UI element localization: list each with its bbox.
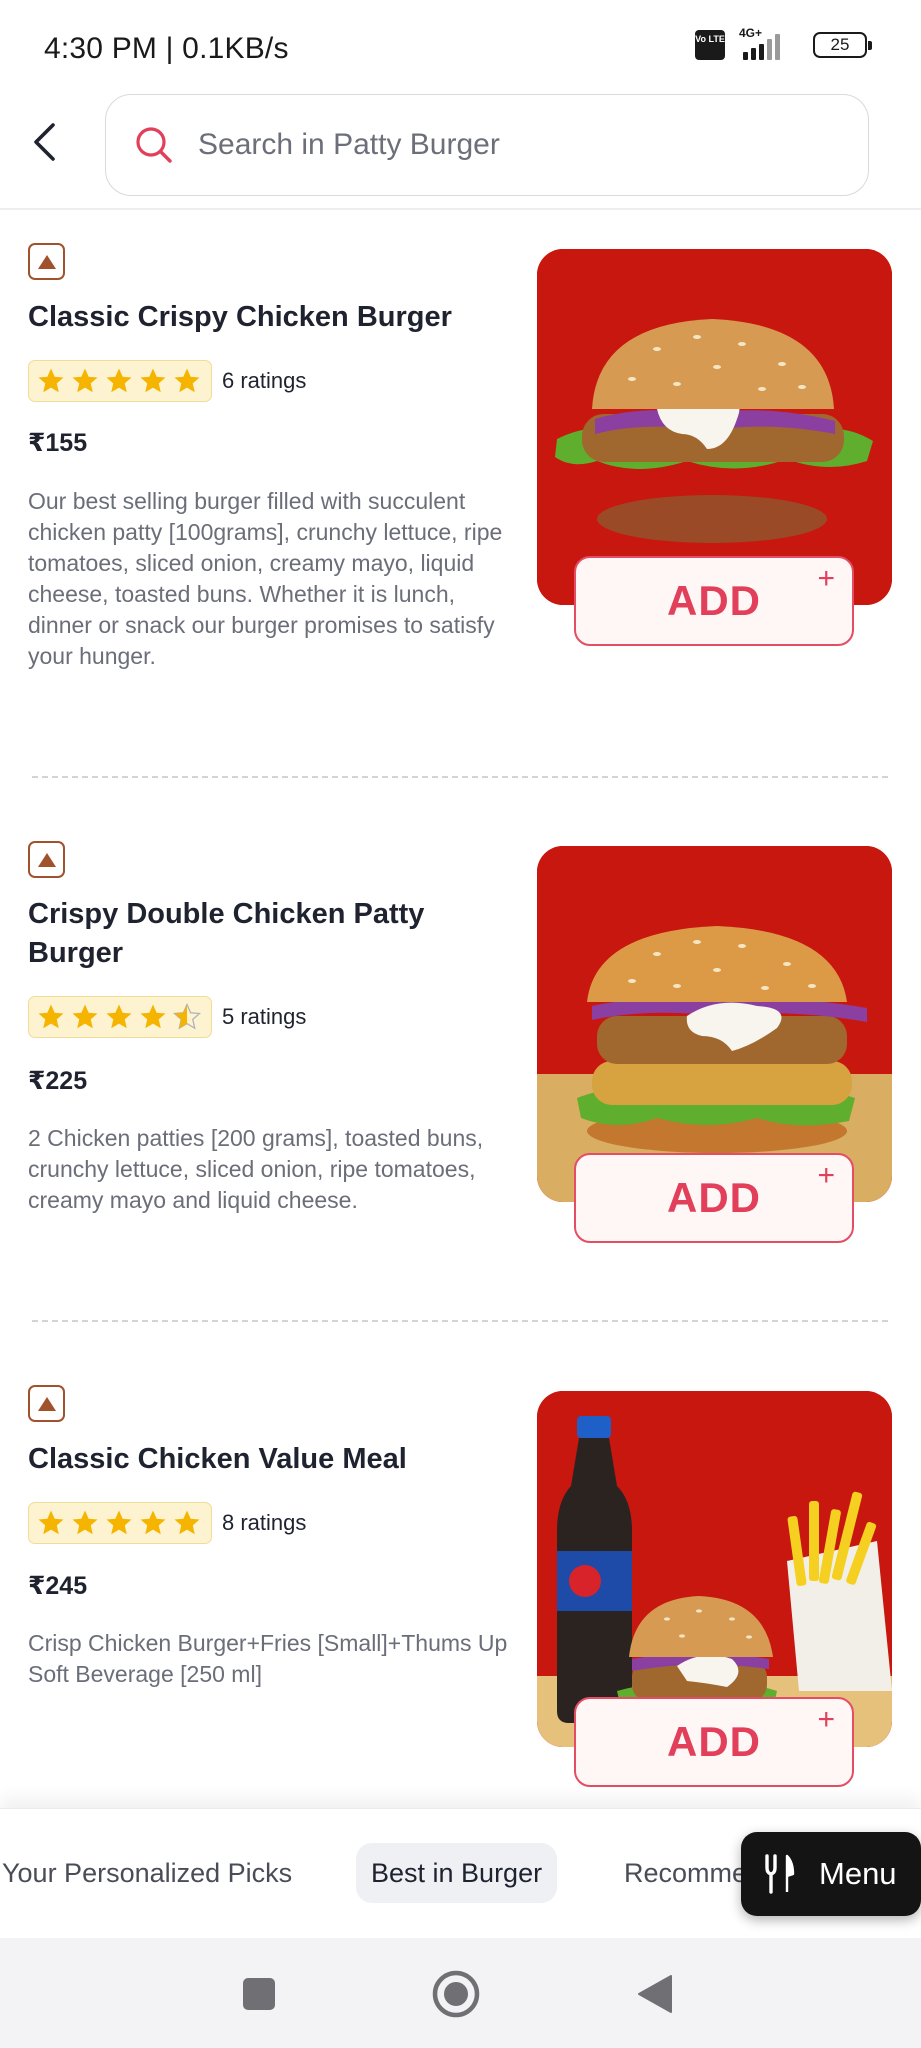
recents-button[interactable]: [231, 1966, 287, 2022]
star-icon: [106, 1510, 132, 1535]
home-circle-icon: [432, 1970, 480, 2018]
rating-stars: [28, 1502, 212, 1544]
add-button[interactable]: ADD +: [574, 1697, 854, 1787]
menu-button[interactable]: Menu: [741, 1832, 921, 1916]
item-price: ₹245: [28, 1572, 88, 1600]
item-image[interactable]: [537, 1391, 892, 1747]
add-button-label: ADD: [667, 1718, 761, 1765]
menu-button-label: Menu: [819, 1856, 897, 1891]
star-icon: [72, 1510, 98, 1535]
recents-square-icon: [243, 1978, 275, 2010]
rating-count: 8 ratings: [222, 1510, 307, 1535]
system-nav-bar: [0, 1938, 921, 2048]
non-veg-indicator-icon: [28, 1385, 65, 1422]
back-triangle-icon: [638, 1975, 672, 2013]
star-icon: [38, 1510, 64, 1535]
item-description: Crisp Chicken Burger+Fries [Small]+Thums…: [28, 1630, 508, 1687]
tab-recommended[interactable]: Recomme: [624, 1843, 747, 1903]
menu-item: Classic Chicken Value Meal 8 ratings ₹24…: [0, 0, 921, 1800]
plus-icon: +: [817, 1703, 836, 1736]
tab-your-personalized-picks[interactable]: Your Personalized Picks: [2, 1843, 292, 1903]
back-nav-button[interactable]: [627, 1966, 683, 2022]
fork-knife-icon: [765, 1854, 795, 1894]
tab-best-in-burger[interactable]: Best in Burger: [356, 1843, 558, 1903]
item-name[interactable]: Classic Chicken Value Meal: [28, 1440, 468, 1479]
star-icon: [140, 1510, 166, 1535]
home-button[interactable]: [428, 1966, 484, 2022]
star-icon: [174, 1510, 200, 1535]
